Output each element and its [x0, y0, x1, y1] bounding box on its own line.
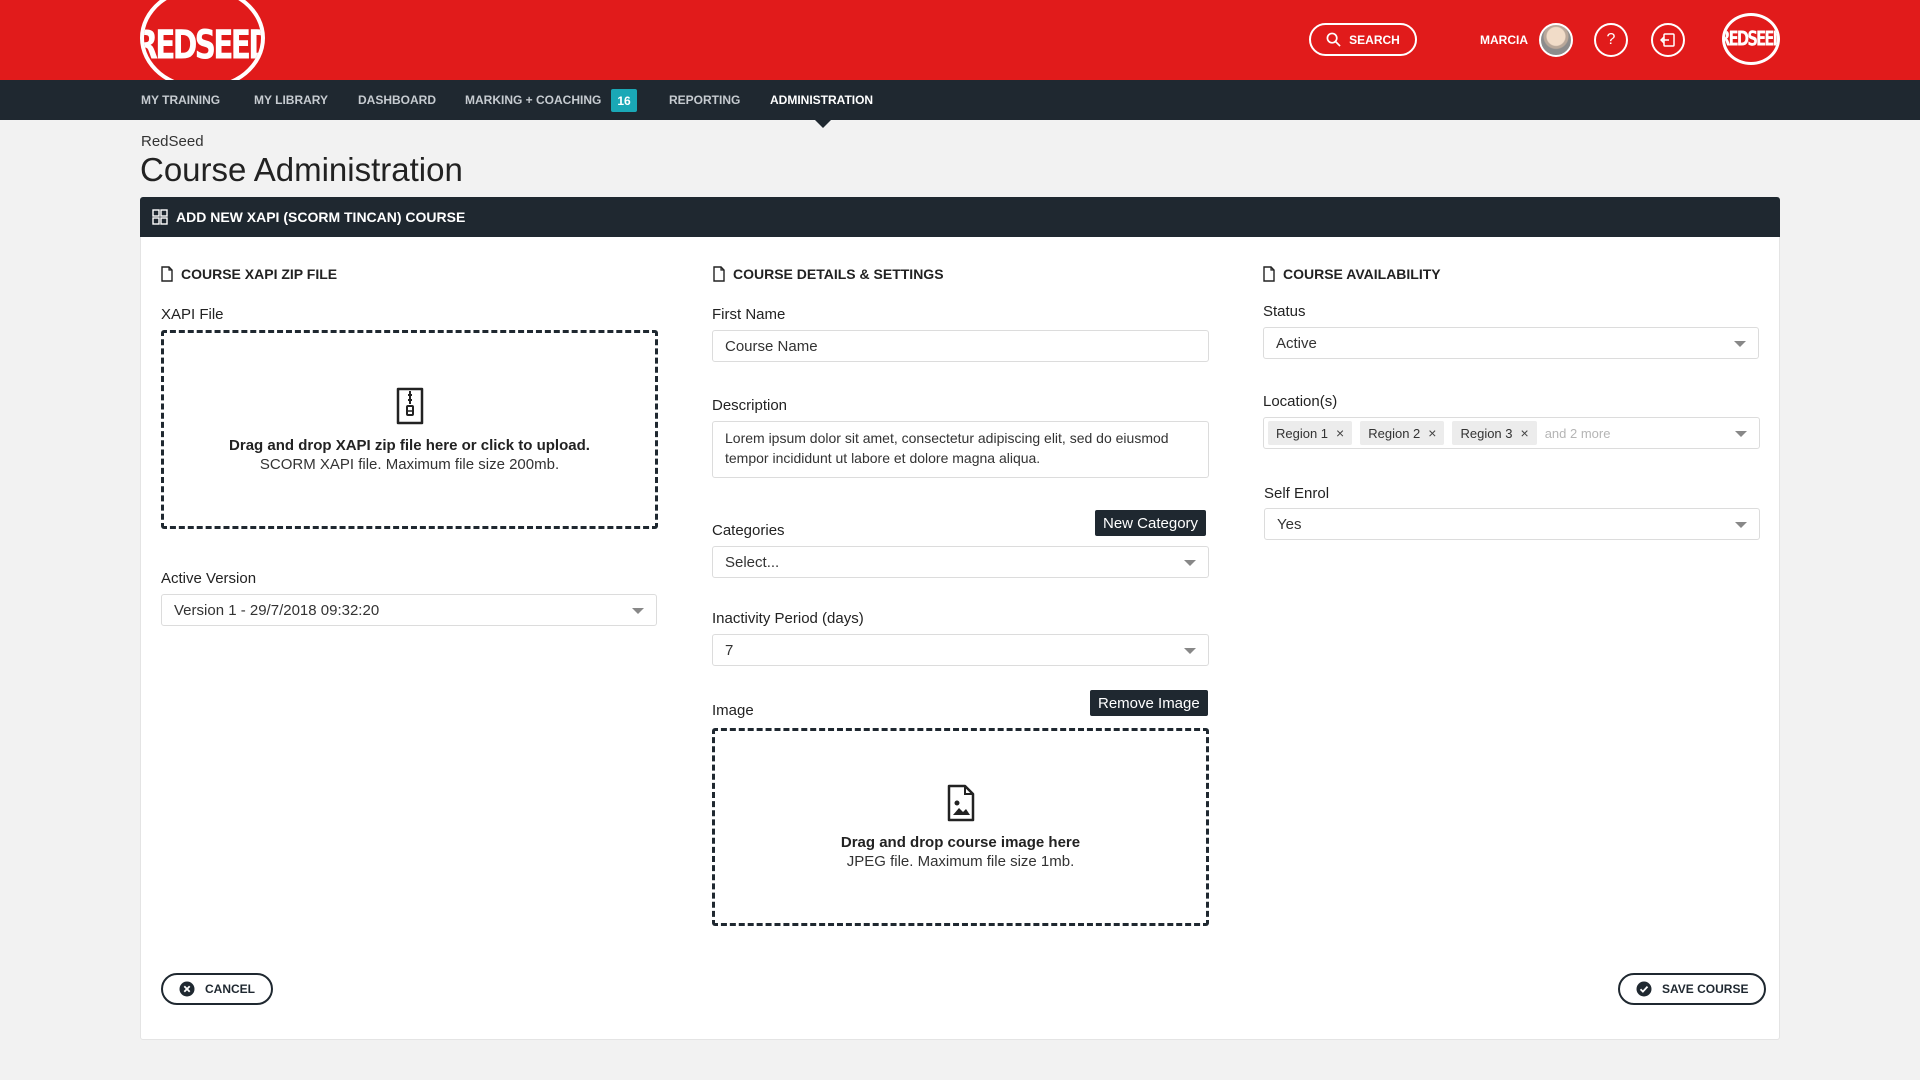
inactivity-select[interactable]: 7	[712, 634, 1209, 666]
description-label: Description	[712, 397, 788, 414]
inactivity-label: Inactivity Period (days)	[712, 610, 864, 627]
location-tag: Region 3 ×	[1452, 421, 1537, 445]
nav-administration[interactable]: ADMINISTRATION	[770, 93, 873, 107]
active-version-label: Active Version	[161, 570, 257, 587]
logout-icon	[1660, 33, 1675, 47]
breadcrumb[interactable]: RedSeed	[141, 133, 204, 150]
zip-section-title: COURSE XAPI ZIP FILE	[160, 266, 337, 282]
remove-image-button[interactable]: Remove Image	[1090, 690, 1208, 716]
xapi-dropzone-hint: SCORM XAPI file. Maximum file size 200mb…	[259, 455, 560, 473]
course-name-label: First Name	[712, 306, 786, 323]
user-name[interactable]: MARCIA	[1480, 33, 1528, 47]
locations-multiselect[interactable]: Region 1 × Region 2 × Region 3 × and 2 more	[1263, 417, 1760, 449]
status-label: Status	[1263, 303, 1306, 320]
xapi-dropzone-text: Drag and drop XAPI zip file here or clic…	[229, 436, 590, 454]
image-dropzone[interactable]: Drag and drop course image here JPEG fil…	[712, 728, 1209, 926]
xapi-file-label: XAPI File	[161, 306, 224, 323]
location-tag: Region 2 ×	[1360, 421, 1445, 445]
save-course-label: SAVE COURSE	[1662, 982, 1749, 996]
chevron-down-icon	[1734, 341, 1746, 347]
top-header	[0, 0, 1920, 80]
new-category-button[interactable]: New Category	[1095, 510, 1207, 536]
cancel-circle-icon	[179, 981, 195, 997]
page-title: Course Administration	[140, 151, 463, 188]
description-textarea[interactable]: Lorem ipsum dolor sit amet, consectetur …	[712, 421, 1209, 478]
cancel-button[interactable]: CANCEL	[161, 973, 273, 1005]
nav-marking-coaching[interactable]: MARKING + COACHING	[465, 93, 601, 107]
cancel-label: CANCEL	[205, 982, 255, 996]
image-dropzone-hint: JPEG file. Maximum file size 1mb.	[846, 853, 1075, 870]
redseed-logo-small[interactable]: REDSEED	[1722, 13, 1780, 65]
locations-label: Location(s)	[1263, 393, 1338, 410]
card-title: ADD NEW XAPI (SCORM TINCAN) COURSE	[176, 209, 466, 225]
document-icon	[713, 266, 725, 282]
chevron-down-icon	[1184, 648, 1196, 654]
nav-dashboard[interactable]: DASHBOARD	[358, 93, 436, 107]
location-tag: Region 1 ×	[1268, 421, 1353, 445]
chevron-down-icon	[1184, 560, 1196, 566]
chevron-down-icon	[632, 608, 644, 614]
chevron-down-icon	[1735, 431, 1747, 437]
chevron-down-icon	[1735, 522, 1747, 528]
locations-more: and 2 more	[1544, 425, 1611, 441]
remove-tag-icon[interactable]: ×	[1336, 425, 1344, 441]
status-select[interactable]: Active	[1263, 327, 1759, 359]
inactivity-value: 7	[725, 641, 734, 659]
zip-file-icon	[396, 387, 423, 424]
self-enrol-value: Yes	[1277, 515, 1302, 533]
self-enrol-select[interactable]: Yes	[1264, 508, 1760, 540]
check-circle-icon	[1636, 981, 1652, 997]
document-icon	[161, 266, 173, 282]
help-button[interactable]: ?	[1594, 23, 1628, 57]
active-version-value: Version 1 - 29/7/2018 09:32:20	[174, 601, 380, 619]
logo-small-text: REDSEED	[1722, 26, 1780, 52]
logout-button[interactable]	[1651, 23, 1685, 57]
categories-placeholder: Select...	[725, 553, 780, 571]
search-label: SEARCH	[1349, 32, 1400, 47]
remove-tag-icon[interactable]: ×	[1521, 425, 1529, 441]
nav-my-training[interactable]: MY TRAINING	[141, 93, 220, 107]
search-button[interactable]: SEARCH	[1309, 23, 1417, 56]
details-section-title: COURSE DETAILS & SETTINGS	[712, 266, 944, 282]
image-file-icon	[947, 784, 974, 822]
categories-select[interactable]: Select...	[712, 546, 1209, 578]
course-name-value: Course Name	[725, 337, 818, 355]
document-icon	[1263, 266, 1275, 282]
categories-label: Categories	[712, 522, 785, 539]
self-enrol-label: Self Enrol	[1264, 485, 1330, 502]
logo-text: REDSEED	[140, 21, 265, 69]
help-icon: ?	[1606, 31, 1616, 48]
image-label: Image	[712, 702, 754, 719]
avatar[interactable]	[1539, 23, 1573, 57]
course-name-input[interactable]: Course Name	[712, 330, 1209, 362]
remove-tag-icon[interactable]: ×	[1428, 425, 1436, 441]
card-header: ADD NEW XAPI (SCORM TINCAN) COURSE	[140, 197, 1780, 237]
marking-count-badge: 16	[611, 89, 637, 112]
status-value: Active	[1276, 334, 1317, 352]
image-dropzone-text: Drag and drop course image here	[840, 834, 1081, 851]
nav-my-library[interactable]: MY LIBRARY	[254, 93, 328, 107]
nav-reporting[interactable]: REPORTING	[669, 93, 740, 107]
active-version-select[interactable]: Version 1 - 29/7/2018 09:32:20	[161, 594, 657, 626]
save-course-button[interactable]: SAVE COURSE	[1618, 973, 1767, 1005]
xapi-file-dropzone[interactable]: Drag and drop XAPI zip file here or clic…	[161, 330, 658, 529]
availability-section-title: COURSE AVAILABILITY	[1262, 266, 1441, 282]
grid-icon	[152, 209, 168, 225]
active-nav-indicator	[814, 119, 832, 128]
search-icon	[1326, 32, 1341, 47]
